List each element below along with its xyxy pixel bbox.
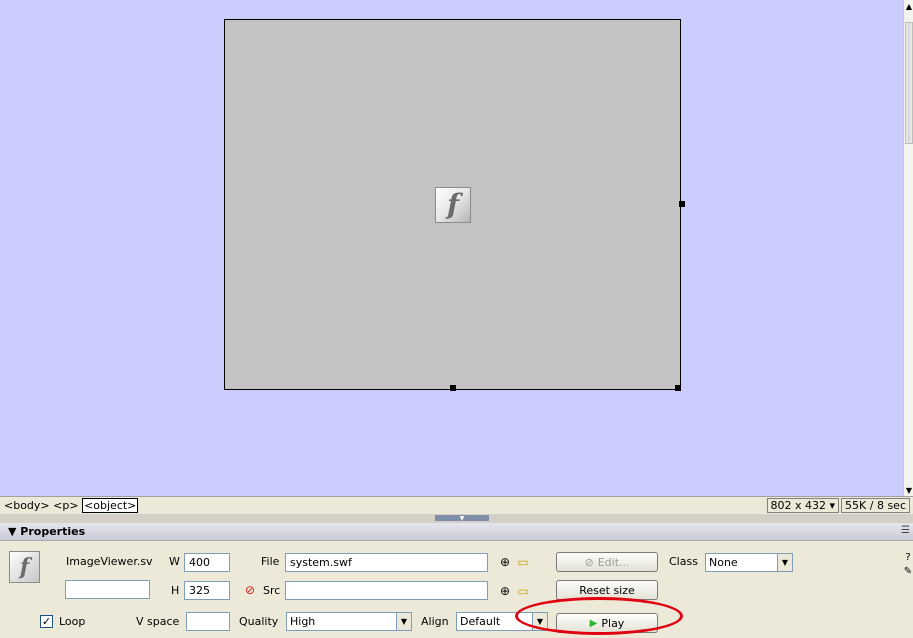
height-input[interactable]: 325 xyxy=(184,581,230,600)
quality-select[interactable]: High ▼ xyxy=(286,612,412,631)
point-to-src-icon[interactable]: ⊕ xyxy=(498,584,512,598)
vspace-input[interactable] xyxy=(186,612,230,631)
resize-handle-bottom-right[interactable] xyxy=(675,385,681,391)
properties-title: ▼ Properties xyxy=(8,525,86,538)
properties-header[interactable]: ▼ Properties ☰ xyxy=(0,523,913,541)
window-size-selector[interactable]: 802 x 432 ▾ xyxy=(766,498,840,513)
edit-icon: ⊘ xyxy=(584,555,594,569)
class-select[interactable]: None ▼ xyxy=(705,553,793,572)
loop-label: Loop xyxy=(59,615,86,628)
flash-object-placeholder[interactable]: f xyxy=(224,19,685,391)
file-label: File xyxy=(261,555,280,568)
help-icon[interactable]: ? xyxy=(901,551,913,565)
window-size: 802 x 432 xyxy=(770,499,827,512)
play-icon: ▶ xyxy=(589,617,598,629)
tag-body[interactable]: <body> xyxy=(4,499,50,512)
panel-options-icon[interactable]: ☰ xyxy=(901,525,910,536)
chevron-down-icon[interactable]: ▼ xyxy=(532,613,547,630)
quality-label: Quality xyxy=(239,615,279,628)
play-button-label: Play xyxy=(601,616,625,630)
tag-p[interactable]: <p> xyxy=(53,499,78,512)
chevron-down-icon[interactable]: ▼ xyxy=(777,554,792,571)
tag-selector: <body> <p> <object> xyxy=(4,498,139,513)
browse-folder-icon[interactable]: ▭ xyxy=(516,555,530,569)
scrollbar-thumb[interactable] xyxy=(905,22,913,144)
quick-tag-editor-icon[interactable]: ✎ xyxy=(901,565,913,579)
edit-button-label: Edit... xyxy=(597,555,630,569)
loop-checkbox[interactable]: ✓ xyxy=(40,615,53,628)
vertical-scrollbar[interactable]: ▲ ▼ xyxy=(903,0,913,496)
align-label: Align xyxy=(421,615,449,628)
browse-src-folder-icon[interactable]: ▭ xyxy=(516,584,530,598)
src-label: Src xyxy=(263,584,281,597)
class-label: Class xyxy=(669,555,698,568)
scroll-down-icon[interactable]: ▼ xyxy=(904,484,913,496)
window-size-arrow-icon: ▾ xyxy=(829,499,836,512)
play-button[interactable]: ▶ Play xyxy=(556,613,658,633)
align-value: Default xyxy=(460,615,501,628)
vspace-label: V space xyxy=(136,615,180,628)
resize-handle-right[interactable] xyxy=(679,201,685,207)
quality-value: High xyxy=(290,615,316,628)
tag-object[interactable]: <object> xyxy=(82,498,139,513)
src-input[interactable] xyxy=(285,581,488,600)
reset-size-button[interactable]: Reset size xyxy=(556,580,658,600)
flash-thumbnail-icon: f xyxy=(9,551,40,583)
chevron-down-icon[interactable]: ▼ xyxy=(396,613,411,630)
width-label: W xyxy=(169,555,180,568)
error-icon: ⊘ xyxy=(244,583,256,597)
download-info: 55K / 8 sec xyxy=(841,498,910,513)
flash-icon: f xyxy=(435,187,471,223)
resize-handle-bottom[interactable] xyxy=(450,385,456,391)
edit-button[interactable]: ⊘ Edit... xyxy=(556,552,658,572)
class-value: None xyxy=(709,556,738,569)
status-bar: <body> <p> <object> 802 x 432 ▾ 55K / 8 … xyxy=(0,496,913,514)
reset-size-label: Reset size xyxy=(579,583,635,597)
point-to-file-icon[interactable]: ⊕ xyxy=(498,555,512,569)
panel-splitter[interactable]: ▼ xyxy=(0,514,913,523)
width-input[interactable]: 400 xyxy=(184,553,230,572)
height-label: H xyxy=(171,584,180,597)
object-name-input[interactable] xyxy=(65,580,150,599)
collapse-grip-icon[interactable]: ▼ xyxy=(435,515,489,522)
scroll-up-icon[interactable]: ▲ xyxy=(904,0,913,12)
object-name-label: ImageViewer.sv xyxy=(66,555,153,568)
align-select[interactable]: Default ▼ xyxy=(456,612,548,631)
document-canvas[interactable]: f xyxy=(0,0,903,496)
file-input[interactable]: system.swf xyxy=(285,553,488,572)
